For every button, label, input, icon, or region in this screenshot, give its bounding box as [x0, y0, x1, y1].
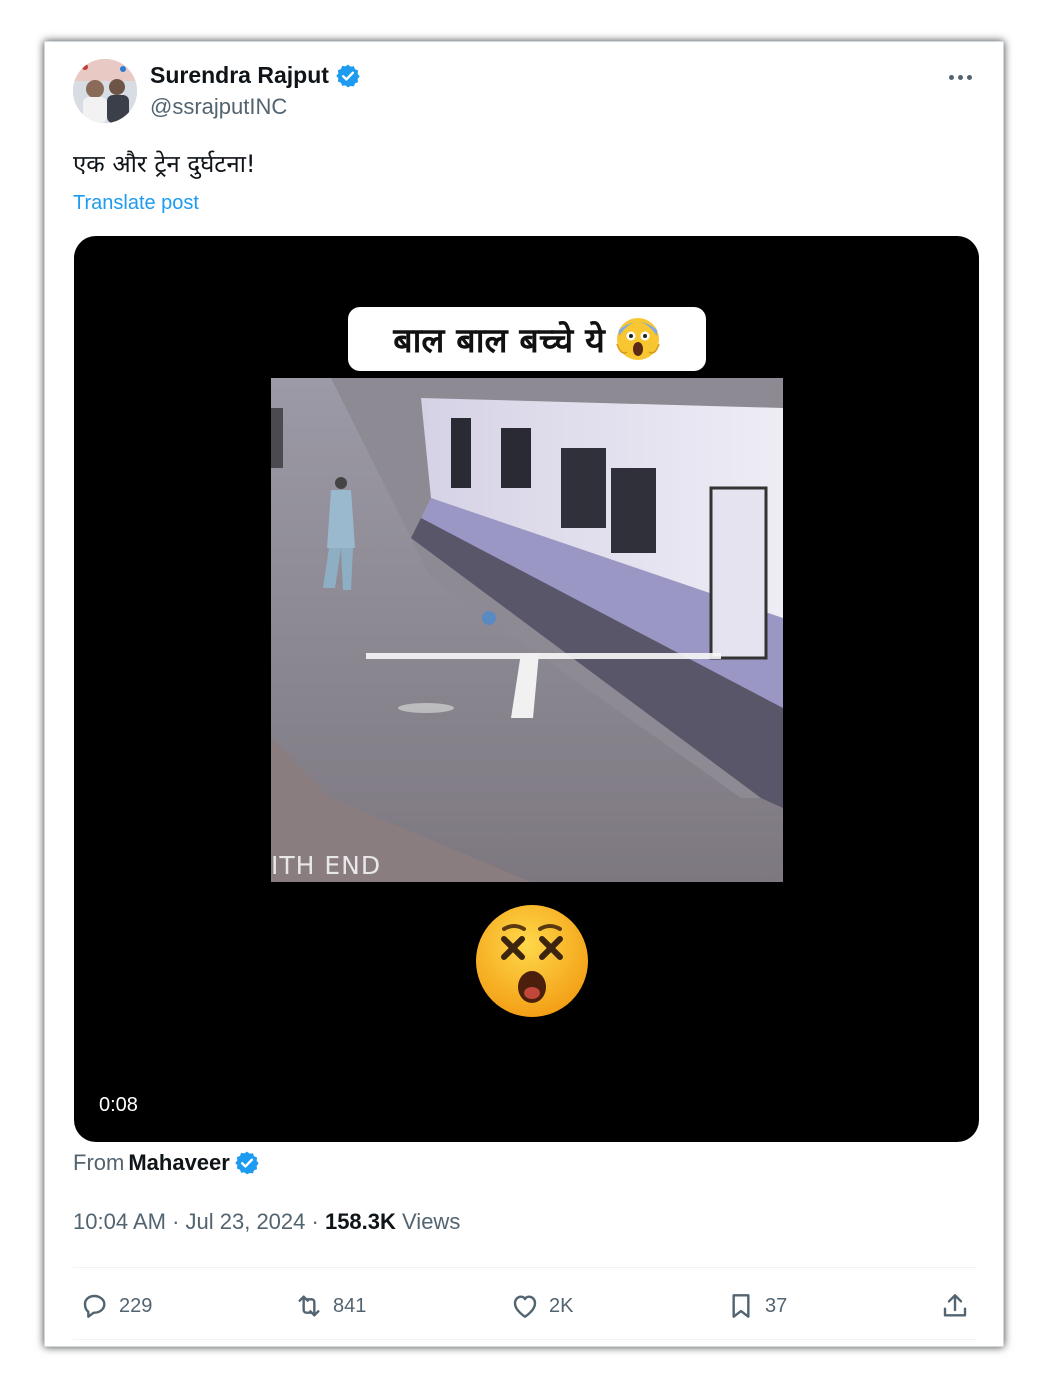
like-count: 2K: [549, 1294, 574, 1317]
post-date[interactable]: Jul 23, 2024: [186, 1209, 306, 1234]
reply-count: 229: [119, 1294, 153, 1317]
divider: [73, 1267, 977, 1268]
video-source[interactable]: From Mahaveer: [73, 1150, 260, 1176]
divider: [73, 1339, 977, 1340]
reply-button[interactable]: 229: [79, 1286, 152, 1326]
views-label: Views: [402, 1209, 461, 1234]
video-frame-text: ITH END: [271, 851, 382, 880]
repost-icon: [298, 1295, 320, 1317]
reply-icon: [83, 1294, 106, 1318]
meta-separator: ·: [165, 1209, 186, 1234]
post-meta: 10:04 AM · Jul 23, 2024 · 158.3K Views: [73, 1209, 460, 1235]
like-button[interactable]: 2K: [509, 1286, 573, 1326]
dot-icon: [957, 74, 963, 80]
video-player[interactable]: बाल बाल बच्चे ये ITH END 0:08: [74, 236, 979, 1142]
source-from-label: From: [73, 1150, 125, 1175]
author-handle[interactable]: @ssrajputINC: [150, 94, 287, 120]
post-card: Surendra Rajput @ssrajputINC एक और ट्रेन…: [44, 41, 1004, 1347]
share-icon: [943, 1294, 967, 1317]
video-duration: 0:08: [99, 1094, 138, 1116]
repost-button[interactable]: 841: [293, 1286, 366, 1326]
repost-count: 841: [333, 1294, 367, 1317]
share-button[interactable]: [939, 1286, 971, 1326]
verified-badge-icon: [235, 1151, 259, 1175]
post-time[interactable]: 10:04 AM: [73, 1209, 166, 1234]
action-bar: 229 841 2K 37: [73, 1286, 979, 1326]
dot-icon: [966, 74, 972, 80]
dizzy-face-emoji-icon: [476, 905, 588, 1017]
author-display-name[interactable]: Surendra Rajput: [150, 62, 329, 89]
train-platform-scene: [271, 378, 783, 882]
dot-icon: [948, 74, 954, 80]
author-name-row[interactable]: Surendra Rajput: [150, 62, 361, 89]
post-text: एक और ट्रेन दुर्घटना!: [73, 150, 256, 178]
bookmark-icon: [732, 1294, 750, 1318]
video-caption-box: बाल बाल बच्चे ये: [348, 307, 706, 371]
video-frame: ITH END: [271, 378, 783, 882]
translate-post-link[interactable]: Translate post: [73, 192, 199, 215]
verified-badge-icon: [335, 63, 361, 89]
source-author-name[interactable]: Mahaveer: [128, 1150, 230, 1176]
bookmark-count: 37: [765, 1294, 788, 1317]
avatar[interactable]: [73, 59, 137, 123]
video-caption-text: बाल बाल बच्चे ये: [393, 321, 605, 361]
heart-icon: [513, 1295, 537, 1318]
views-count: 158.3K: [324, 1209, 396, 1234]
more-options-button[interactable]: [943, 62, 977, 92]
meta-separator: ·: [305, 1209, 325, 1234]
screaming-face-emoji-icon: [616, 318, 660, 360]
bookmark-button[interactable]: 37: [725, 1286, 787, 1326]
